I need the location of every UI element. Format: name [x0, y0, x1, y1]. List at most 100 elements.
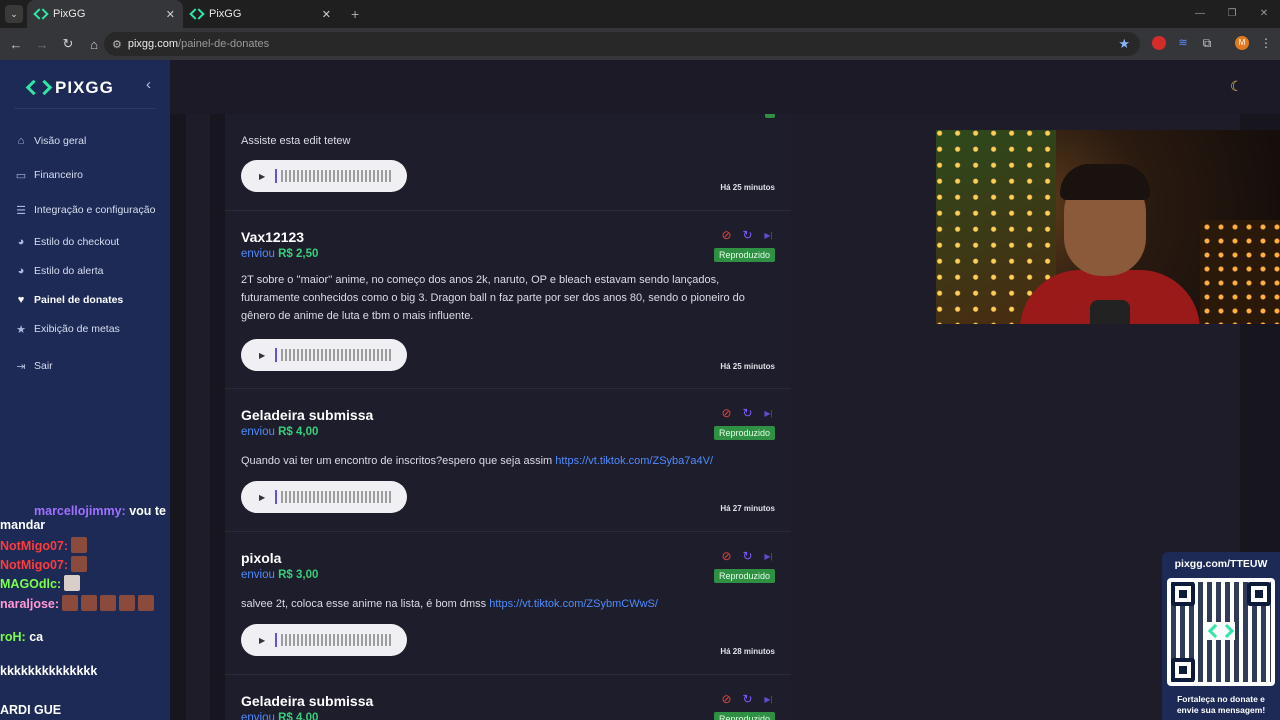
- donation-card: Geladeira submissa enviou R$ 4,00 ⊘ ↻ ▶|…: [225, 675, 791, 720]
- stream-chat-overlay: marcellojimmy: vou te mandar NotMigo07: …: [0, 500, 170, 720]
- block-icon[interactable]: ⊘: [720, 229, 733, 242]
- block-icon[interactable]: ⊘: [720, 693, 733, 706]
- new-tab-icon[interactable]: +: [351, 6, 359, 22]
- play-icon[interactable]: ▶: [259, 172, 265, 181]
- status-badge: Reproduzido: [713, 426, 775, 440]
- audio-waveform[interactable]: [281, 491, 392, 503]
- sidebar-item-financeiro[interactable]: ▭ Financeiro: [14, 166, 164, 184]
- play-icon[interactable]: ▶: [259, 351, 265, 360]
- audio-progress[interactable]: [275, 348, 278, 362]
- top-header: [170, 60, 1280, 114]
- block-icon[interactable]: ⊘: [720, 550, 733, 563]
- qr-footer: Fortaleça no donate e envie sua mensagem…: [1176, 694, 1266, 715]
- minimize-icon[interactable]: —: [1184, 0, 1216, 28]
- tab-search-button[interactable]: ⌄: [5, 5, 23, 23]
- donor-name: Geladeira submissa: [241, 407, 374, 423]
- streamer-hair: [1060, 164, 1150, 200]
- emote-icon: [81, 595, 98, 611]
- audio-player[interactable]: ▶: [241, 339, 407, 371]
- audio-progress[interactable]: [275, 169, 278, 183]
- sidebar-item-label: Painel de donates: [34, 294, 124, 306]
- restore-icon[interactable]: ❐: [1216, 0, 1248, 28]
- pixgg-logo[interactable]: PIXGG: [28, 78, 114, 98]
- skip-icon[interactable]: ▶|: [762, 407, 775, 420]
- audio-player[interactable]: ▶: [241, 160, 407, 192]
- microphone-image: [1090, 300, 1130, 324]
- theme-toggle-moon-icon[interactable]: ☾: [1230, 78, 1243, 95]
- back-icon[interactable]: ←: [4, 37, 28, 52]
- profile-avatar[interactable]: M: [1235, 36, 1249, 50]
- chat-message: marcellojimmy: vou te: [34, 504, 167, 518]
- bookmark-star-icon[interactable]: ★: [1118, 36, 1130, 52]
- donate-icon: ♥: [17, 294, 25, 306]
- close-window-icon[interactable]: ✕: [1248, 0, 1280, 28]
- audio-player[interactable]: ▶: [241, 624, 407, 656]
- audio-progress[interactable]: [275, 633, 278, 647]
- skip-icon[interactable]: ▶|: [762, 229, 775, 242]
- block-icon[interactable]: ⊘: [720, 407, 733, 420]
- sidebar-item-sair[interactable]: ⇥ Sair: [14, 357, 164, 375]
- skip-icon[interactable]: ▶|: [762, 550, 775, 563]
- extension-icon[interactable]: [1152, 36, 1166, 50]
- donation-actions: ⊘ ↻ ▶|: [720, 407, 775, 420]
- qr-code[interactable]: [1167, 578, 1275, 686]
- address-bar[interactable]: ⚙ pixgg.com/painel-de-donates ★: [104, 32, 1140, 56]
- audio-player[interactable]: ▶: [241, 481, 407, 513]
- extension-wave-icon[interactable]: ≋: [1176, 36, 1190, 50]
- sidebar-item-label: Visão geral: [34, 135, 87, 147]
- sidebar-item-estilo-checkout[interactable]: ◕ Estilo do checkout: [14, 233, 164, 251]
- donor-name: Geladeira submissa: [241, 693, 374, 709]
- sidebar-item-integracao[interactable]: ☰ Integração e configuração: [14, 201, 164, 219]
- donation-time: Há 28 minutos: [720, 647, 775, 656]
- donation-amount-line: enviou R$ 3,00: [241, 569, 319, 581]
- chat-message: ARDI GUE: [0, 703, 62, 717]
- qr-url: pixgg.com/TTEUW: [1174, 558, 1268, 570]
- replay-icon[interactable]: ↻: [741, 407, 754, 420]
- sidebar-item-visao-geral[interactable]: ⌂ Visão geral: [14, 132, 164, 150]
- message-link[interactable]: https://vt.tiktok.com/ZSybmCWwS/: [489, 598, 658, 610]
- sidebar-item-label: Exibição de metas: [34, 323, 120, 335]
- menu-kebab-icon[interactable]: ⋮: [1259, 36, 1273, 50]
- sidebar-item-label: Financeiro: [34, 169, 84, 181]
- donation-card: Assiste esta edit tetew ▶ Há 25 minutos: [225, 114, 791, 211]
- donation-card: Geladeira submissa enviou R$ 4,00 ⊘ ↻ ▶|…: [225, 389, 791, 532]
- replay-icon[interactable]: ↻: [741, 693, 754, 706]
- donations-feed: Assiste esta edit tetew ▶ Há 25 minutos …: [225, 114, 791, 720]
- browser-tab-2[interactable]: PixGG ✕: [183, 0, 339, 28]
- skip-icon[interactable]: ▶|: [762, 693, 775, 706]
- chat-message: roH: ca: [0, 630, 44, 644]
- emote-icon: [64, 575, 81, 591]
- replay-icon[interactable]: ↻: [741, 229, 754, 242]
- sidebar-item-painel-donates[interactable]: ♥ Painel de donates: [14, 291, 164, 309]
- play-icon[interactable]: ▶: [259, 636, 265, 645]
- play-icon[interactable]: ▶: [259, 493, 265, 502]
- content-gutter-left: [186, 114, 210, 720]
- audio-waveform[interactable]: [281, 170, 392, 182]
- emote-icon: [62, 595, 79, 611]
- audio-waveform[interactable]: [281, 349, 392, 361]
- home-icon[interactable]: ⌂: [82, 37, 106, 52]
- webcam-overlay: [936, 130, 1280, 324]
- message-link[interactable]: https://vt.tiktok.com/ZSyba7a4V/: [555, 455, 713, 467]
- close-tab-icon[interactable]: ✕: [322, 8, 331, 21]
- chat-message: mandar: [0, 518, 46, 532]
- site-info-icon[interactable]: ⚙: [112, 38, 122, 51]
- donation-card: Vax12123 enviou R$ 2,50 ⊘ ↻ ▶| Reproduzi…: [225, 211, 791, 389]
- status-badge: Reproduzido: [713, 712, 775, 720]
- sidebar-item-exibicao-metas[interactable]: ★ Exibição de metas: [14, 320, 164, 338]
- reload-icon[interactable]: ↻: [56, 36, 80, 52]
- browser-tab-1[interactable]: PixGG ✕: [27, 0, 183, 28]
- collapse-sidebar-icon[interactable]: ‹: [146, 76, 151, 93]
- replay-icon[interactable]: ↻: [741, 550, 754, 563]
- audio-progress[interactable]: [275, 490, 278, 504]
- sidebar-item-estilo-alerta[interactable]: ◕ Estilo do alerta: [14, 262, 164, 280]
- close-tab-icon[interactable]: ✕: [166, 8, 175, 21]
- audio-waveform[interactable]: [281, 634, 392, 646]
- sidebar-item-label: Integração e configuração: [34, 204, 156, 216]
- extensions-puzzle-icon[interactable]: ⧉: [1200, 36, 1214, 50]
- brand-name: PIXGG: [55, 78, 114, 97]
- chat-message: kkkkkkkkkkkkkk: [0, 664, 98, 678]
- emote-icon: [71, 537, 88, 553]
- forward-icon[interactable]: →: [30, 37, 54, 52]
- donation-message: 2T sobre o ''maior'' anime, no começo do…: [241, 274, 745, 322]
